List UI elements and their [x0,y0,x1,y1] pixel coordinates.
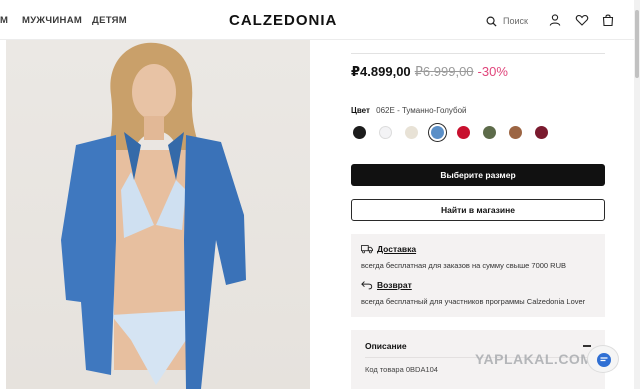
product-photo[interactable] [6,40,310,389]
watermark-text: YAPLAKAL.COM [475,351,593,367]
description-title: Описание [365,341,407,351]
current-price: ₽4.899,00 [351,64,411,79]
old-price: ₽6.999,00 [414,64,474,79]
color-swatch[interactable] [457,126,470,139]
divider [351,53,605,54]
site-watermark: YAPLAKAL.COM [475,348,593,370]
color-value: 062E - Туманно-Голубой [376,106,467,115]
page-scrollbar-thumb[interactable] [635,10,639,78]
discount-badge: -30% [477,64,508,79]
return-icon [361,281,373,290]
nav-item-women[interactable]: М [0,15,8,26]
color-info: Цвет 062E - Туманно-Голубой [351,106,467,115]
search-icon [486,16,497,27]
brand-logo[interactable]: CALZEDONIA [229,12,337,29]
search-label: Поиск [503,16,528,26]
color-swatch[interactable] [483,126,496,139]
choose-size-button[interactable]: Выберите размер [351,164,605,186]
delivery-text: всегда бесплатная для заказов на сумму с… [361,261,566,270]
color-swatch[interactable] [431,126,444,139]
find-in-store-button[interactable]: Найти в магазине [351,199,605,221]
price-row: ₽4.899,00 ₽6.999,00 -30% [351,64,508,80]
search-button[interactable]: Поиск [486,13,528,29]
color-swatch[interactable] [353,126,366,139]
chat-button[interactable] [587,345,619,373]
collapse-icon[interactable] [583,345,591,347]
user-icon[interactable] [548,13,562,27]
color-swatches [353,126,553,140]
delivery-link[interactable]: Доставка [377,244,416,254]
chat-icon [597,353,611,367]
shipping-info-panel: Доставка всегда бесплатная для заказов н… [351,234,605,317]
heart-icon[interactable] [575,13,589,27]
color-swatch[interactable] [535,126,548,139]
product-sku: Код товара 0BDA104 [365,365,438,374]
color-label: Цвет [351,106,370,115]
return-text: всегда бесплатный для участников програм… [361,297,586,306]
model-photo-illustration [61,42,246,389]
nav-item-men[interactable]: МУЖЧИНАМ [22,15,82,26]
nav-item-kids[interactable]: ДЕТЯМ [92,15,127,26]
color-swatch[interactable] [509,126,522,139]
color-swatch[interactable] [405,126,418,139]
color-swatch[interactable] [379,126,392,139]
bag-icon[interactable] [601,13,615,27]
return-link[interactable]: Возврат [377,280,412,290]
site-header: М МУЖЧИНАМ ДЕТЯМ CALZEDONIA Поиск [0,0,634,40]
truck-icon [361,245,373,254]
